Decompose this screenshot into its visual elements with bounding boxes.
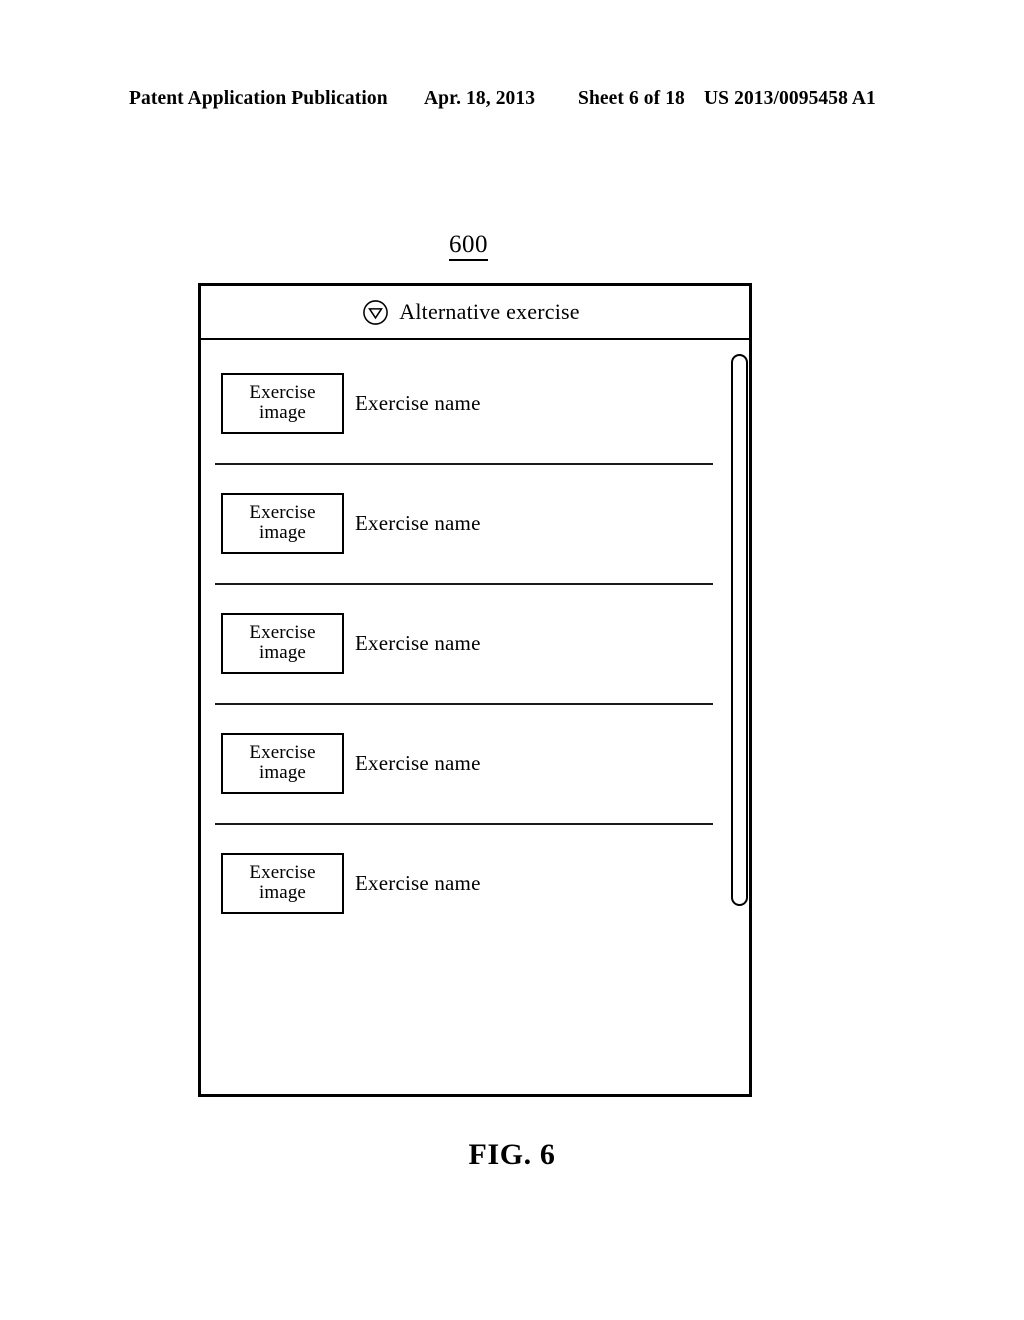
exercise-image-thumbnail[interactable]: Exercise image: [221, 492, 344, 554]
list-item[interactable]: Exercise image Exercise name: [215, 463, 727, 583]
exercise-image-thumbnail[interactable]: Exercise image: [221, 612, 344, 674]
list-item[interactable]: Exercise image Exercise name: [215, 583, 727, 703]
thumbnail-label-line1: Exercise: [249, 502, 316, 524]
thumbnail-label-line1: Exercise: [249, 382, 316, 404]
screen-title-text: Alternative exercise: [399, 299, 580, 324]
figure-caption: FIG. 6: [468, 1138, 556, 1171]
exercise-name-label: Exercise name: [355, 750, 481, 775]
list-item[interactable]: Exercise image Exercise name: [215, 343, 727, 463]
vertical-scrollbar[interactable]: [731, 354, 748, 906]
thumbnail-label-line1: Exercise: [249, 862, 316, 884]
exercise-name-label: Exercise name: [355, 390, 481, 415]
header-publication-text: Patent Application Publication: [129, 88, 388, 109]
exercise-image-thumbnail[interactable]: Exercise image: [221, 372, 344, 434]
exercise-name-label: Exercise name: [355, 630, 481, 655]
header-sheet-text: Sheet 6 of 18: [578, 88, 685, 109]
exercise-image-thumbnail[interactable]: Exercise image: [221, 732, 344, 794]
list-item[interactable]: Exercise image Exercise name: [215, 703, 727, 823]
exercise-name-label: Exercise name: [355, 870, 481, 895]
header-patent-number: US 2013/0095458 A1: [704, 88, 876, 109]
thumbnail-label-line2: image: [259, 882, 306, 903]
list-item[interactable]: Exercise image Exercise name: [215, 823, 727, 943]
thumbnail-label-line1: Exercise: [249, 622, 316, 644]
screen-title-bar: Alternative exercise: [201, 286, 749, 340]
dropdown-triangle-circle-icon[interactable]: [362, 299, 389, 326]
exercise-image-thumbnail[interactable]: Exercise image: [221, 852, 344, 914]
thumbnail-label-line2: image: [259, 522, 306, 543]
header-date-text: Apr. 18, 2013: [424, 88, 536, 109]
device-screen-frame: Alternative exercise Exercise image Exer…: [198, 283, 752, 1097]
figure-reference-number: 600: [449, 231, 488, 262]
thumbnail-label-line2: image: [259, 402, 306, 423]
page-header: Patent Application Publication Apr. 18, …: [0, 88, 1024, 114]
exercise-list: Exercise image Exercise name Exercise im…: [201, 340, 749, 1097]
title-group[interactable]: Alternative exercise: [362, 299, 580, 326]
exercise-name-label: Exercise name: [355, 510, 481, 535]
thumbnail-label-line1: Exercise: [249, 742, 316, 764]
thumbnail-label-line2: image: [259, 762, 306, 783]
thumbnail-label-line2: image: [259, 642, 306, 663]
